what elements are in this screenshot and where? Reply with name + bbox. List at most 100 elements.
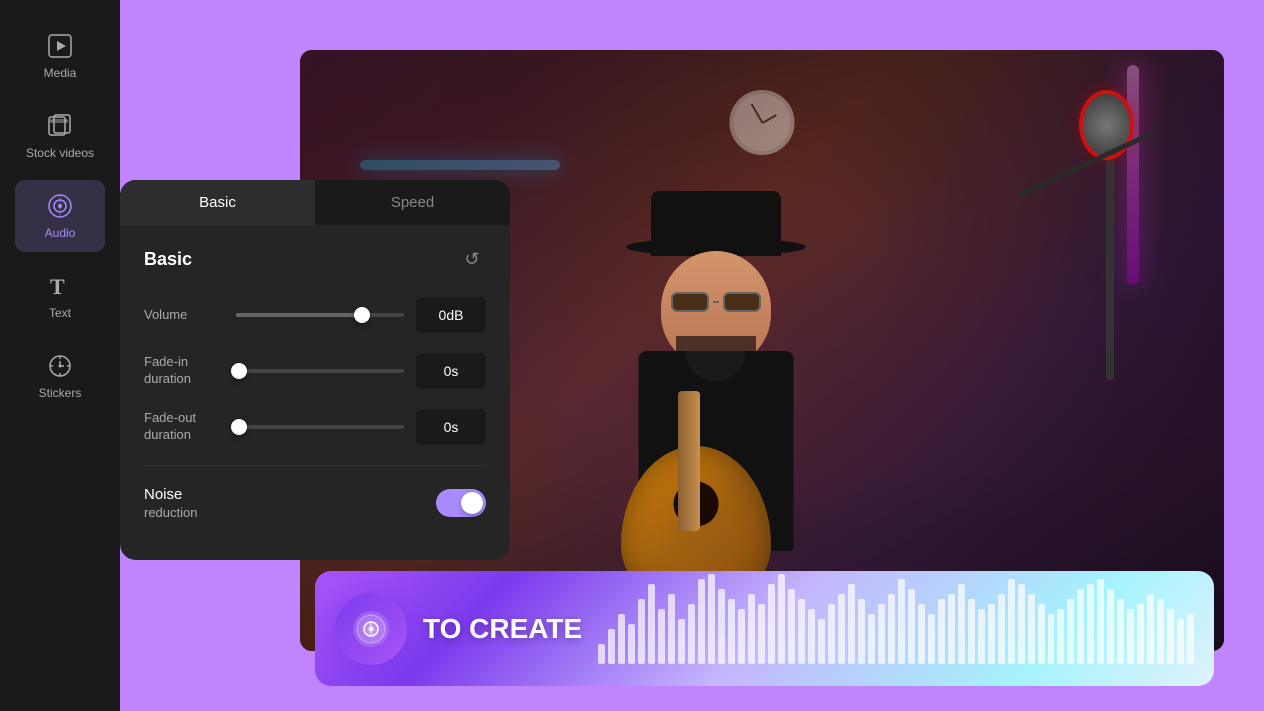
wave-bar	[908, 589, 915, 664]
svg-text:T: T	[50, 274, 65, 299]
wave-bar	[608, 629, 615, 664]
reset-button[interactable]: ↺	[458, 245, 486, 273]
wave-bar	[668, 594, 675, 664]
wave-bar	[998, 594, 1005, 664]
noise-label-group: Noise reduction	[144, 486, 197, 520]
wave-bar	[708, 574, 715, 664]
tab-speed[interactable]: Speed	[315, 180, 510, 225]
volume-label: Volume	[144, 307, 224, 324]
fade-out-thumb[interactable]	[231, 419, 247, 435]
sidebar-item-media[interactable]: Media	[15, 20, 105, 92]
audio-icon	[46, 192, 74, 220]
noise-reduction-toggle[interactable]	[436, 489, 486, 517]
fade-out-value[interactable]	[416, 409, 486, 445]
audio-banner-icon	[335, 593, 407, 665]
fade-in-label: Fade-in duration	[144, 354, 224, 388]
wave-bar	[808, 609, 815, 664]
panel-content: Basic ↺ Volume Fade-in duration	[120, 225, 510, 540]
noise-label: Noise	[144, 486, 197, 503]
wave-bar	[858, 599, 865, 664]
fade-out-slider[interactable]	[236, 425, 404, 429]
wave-bar	[898, 579, 905, 664]
wave-bar	[788, 589, 795, 664]
stock-videos-label: Stock videos	[26, 146, 94, 160]
section-header: Basic ↺	[144, 245, 486, 273]
wave-bar	[688, 604, 695, 664]
wave-bar	[918, 604, 925, 664]
wave-bar	[798, 599, 805, 664]
fade-in-value[interactable]	[416, 353, 486, 389]
audio-label: Audio	[45, 226, 76, 240]
banner-text: TO CREATE	[423, 613, 582, 645]
wave-bar	[1117, 599, 1124, 664]
fade-in-slider[interactable]	[236, 369, 404, 373]
wave-bar	[1057, 609, 1064, 664]
wave-bar	[1008, 579, 1015, 664]
wave-bar	[738, 609, 745, 664]
wave-bar	[958, 584, 965, 664]
sidebar-item-audio[interactable]: Audio	[15, 180, 105, 252]
section-title: Basic	[144, 249, 192, 270]
wave-bar	[698, 579, 705, 664]
audio-panel: Basic Speed Basic ↺ Volume Fade-in dura	[120, 180, 510, 560]
wave-bar	[818, 619, 825, 664]
wave-bar	[1187, 614, 1194, 664]
wave-bar	[868, 614, 875, 664]
tab-basic[interactable]: Basic	[120, 180, 315, 225]
wave-bar	[748, 594, 755, 664]
wave-bar	[878, 604, 885, 664]
volume-slider[interactable]	[236, 313, 404, 317]
stickers-label: Stickers	[39, 386, 82, 400]
audio-banner: TO CREATE	[315, 571, 1214, 686]
wave-bar	[778, 574, 785, 664]
wave-bar	[828, 604, 835, 664]
media-icon	[46, 32, 74, 60]
volume-value[interactable]	[416, 297, 486, 333]
text-icon: T	[46, 272, 74, 300]
volume-control: Volume	[144, 297, 486, 333]
wave-bar	[638, 599, 645, 664]
sidebar-item-stock-videos[interactable]: Stock videos	[15, 100, 105, 172]
tab-bar: Basic Speed	[120, 180, 510, 225]
wave-bar	[1018, 584, 1025, 664]
wave-bar	[888, 594, 895, 664]
sidebar: Media Stock videos Audio	[0, 0, 120, 711]
wave-bar	[1038, 604, 1045, 664]
stock-videos-icon	[46, 112, 74, 140]
wave-bar	[938, 599, 945, 664]
wave-bar	[978, 609, 985, 664]
wave-bar	[1107, 589, 1114, 664]
wave-bar	[948, 594, 955, 664]
hat	[651, 191, 781, 256]
volume-thumb[interactable]	[354, 307, 370, 323]
sidebar-item-text[interactable]: T Text	[15, 260, 105, 332]
toggle-thumb	[461, 492, 483, 514]
wave-bar	[648, 584, 655, 664]
mic-head	[1079, 90, 1134, 160]
wave-bar	[1167, 609, 1174, 664]
wave-bar	[728, 599, 735, 664]
fade-out-control: Fade-out duration	[144, 409, 486, 445]
wave-bar	[678, 619, 685, 664]
person-body	[616, 251, 816, 601]
wave-bar	[838, 594, 845, 664]
wave-bar	[968, 599, 975, 664]
wave-bar	[618, 614, 625, 664]
noise-reduction-row: Noise reduction	[144, 486, 486, 520]
divider	[144, 465, 486, 466]
media-label: Media	[44, 66, 77, 80]
waveform	[598, 594, 1194, 664]
wave-bar	[1077, 589, 1084, 664]
wave-bar	[718, 589, 725, 664]
wave-bar	[1087, 584, 1094, 664]
wave-bar	[988, 604, 995, 664]
wave-bar	[1097, 579, 1104, 664]
text-label: Text	[49, 306, 71, 320]
noise-sub-label: reduction	[144, 505, 197, 520]
stickers-icon	[46, 352, 74, 380]
head	[661, 251, 771, 366]
fade-in-thumb[interactable]	[231, 363, 247, 379]
wave-bar	[1048, 614, 1055, 664]
sidebar-item-stickers[interactable]: Stickers	[15, 340, 105, 412]
wave-bar	[768, 584, 775, 664]
